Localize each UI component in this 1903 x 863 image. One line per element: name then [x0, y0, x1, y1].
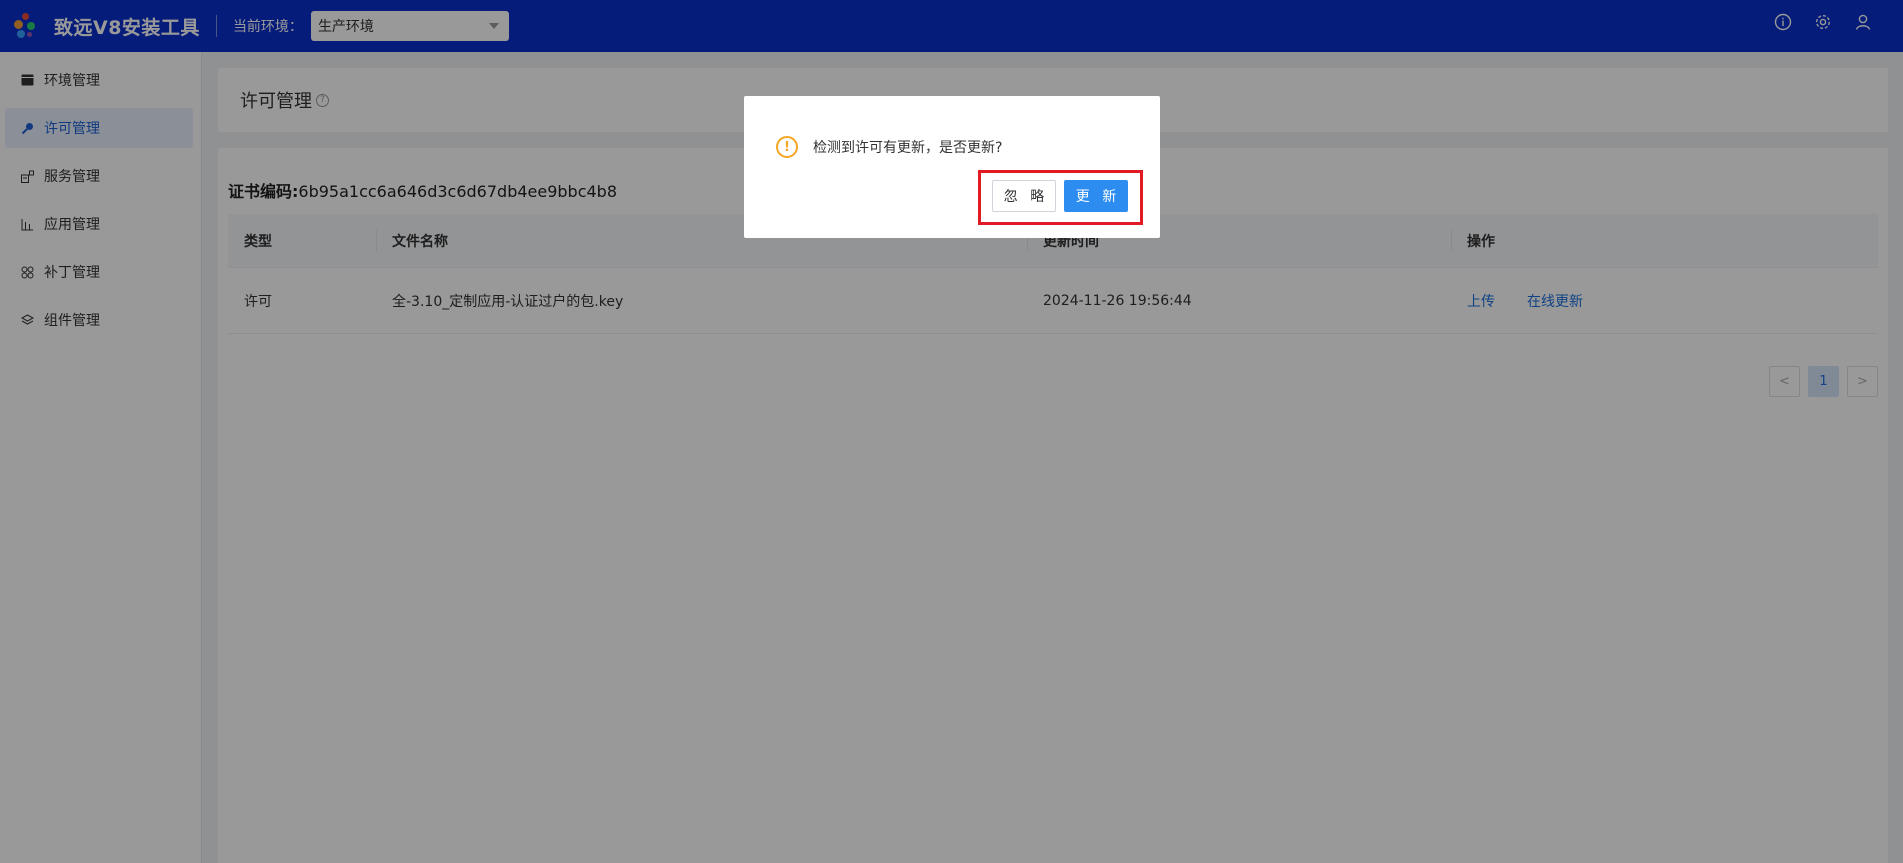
dialog-message-text: 检测到许可有更新，是否更新?: [813, 140, 1003, 156]
update-confirm-dialog: ! 检测到许可有更新，是否更新? 忽 略 更 新: [744, 96, 1160, 238]
ignore-button[interactable]: 忽 略: [992, 180, 1056, 212]
warning-icon: !: [776, 136, 798, 158]
app-root: 致远V8安装工具 当前环境： 生产环境 环境管理 许可管理 服务管理 应用管理 …: [0, 0, 1903, 863]
update-button[interactable]: 更 新: [1064, 180, 1128, 212]
dialog-message: ! 检测到许可有更新，是否更新?: [776, 136, 1002, 158]
